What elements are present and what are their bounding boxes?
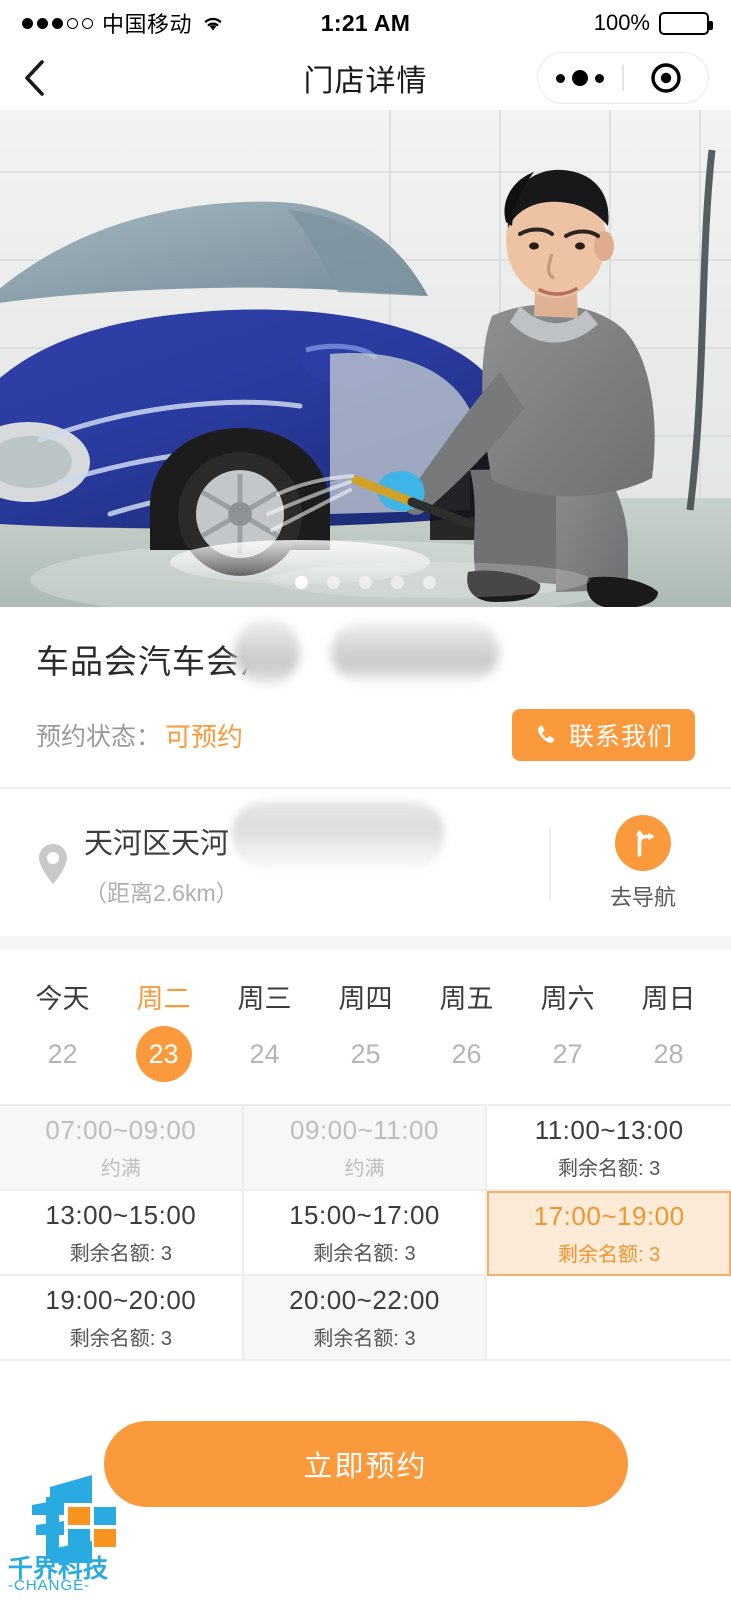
date-option-3[interactable]: 周四 25	[315, 977, 416, 1082]
target-circle-icon[interactable]	[624, 62, 708, 94]
more-dots-icon[interactable]	[538, 70, 622, 86]
slot-time: 19:00~20:00	[45, 1285, 196, 1316]
time-slot-1[interactable]: 09:00~11:00 约满	[244, 1106, 488, 1191]
slot-status: 约满	[344, 1152, 384, 1181]
slot-time: 07:00~09:00	[45, 1115, 196, 1146]
date-option-6[interactable]: 周日 28	[618, 977, 719, 1082]
address-line-text: 天河区天河	[84, 828, 229, 860]
slot-time: 13:00~15:00	[45, 1200, 196, 1231]
status-bar: 中国移动 1:21 AM 100%	[0, 0, 731, 46]
store-status-row: 预约状态： 可预约 联系我们	[36, 709, 695, 761]
time-slot-3[interactable]: 13:00~15:00 剩余名额: 3	[0, 1191, 244, 1276]
date-selector[interactable]: 今天 22 周二 23 周三 24 周四 25 周五 26 周六 27 周日 2…	[0, 949, 731, 1104]
contact-us-label: 联系我们	[569, 717, 673, 753]
contact-us-button[interactable]: 联系我们	[512, 709, 695, 761]
store-photo-carousel[interactable]	[0, 110, 731, 607]
slot-time: 15:00~17:00	[289, 1200, 440, 1231]
slot-time: 17:00~19:00	[534, 1201, 685, 1232]
app-root: 中国移动 1:21 AM 100% 门店详情	[0, 0, 731, 1600]
redaction-block	[331, 623, 499, 681]
date-weekday: 今天	[36, 977, 90, 1016]
vertical-divider	[549, 828, 551, 900]
date-option-5[interactable]: 周六 27	[517, 977, 618, 1082]
time-slot-5-selected[interactable]: 17:00~19:00 剩余名额: 3	[487, 1191, 731, 1276]
date-weekday: 周四	[339, 977, 393, 1016]
date-day: 26	[439, 1026, 495, 1082]
slot-status: 剩余名额: 3	[313, 1322, 415, 1351]
carousel-dots[interactable]	[0, 576, 731, 589]
date-day: 28	[641, 1026, 697, 1082]
time-slot-2[interactable]: 11:00~13:00 剩余名额: 3	[487, 1106, 731, 1191]
distance-label: （距离2.6km）	[84, 874, 239, 908]
navigate-label: 去导航	[610, 880, 676, 912]
slot-status: 剩余名额: 3	[70, 1237, 172, 1266]
time-slot-grid[interactable]: 07:00~09:00 约满 09:00~11:00 约满 11:00~13:0…	[0, 1104, 731, 1361]
slot-status: 约满	[101, 1152, 141, 1181]
date-day: 22	[35, 1026, 91, 1082]
date-day: 25	[338, 1026, 394, 1082]
slot-time: 11:00~13:00	[535, 1115, 684, 1146]
address-text-block: 天河区天河 （距离2.6km）	[84, 820, 239, 908]
phone-icon	[534, 723, 558, 747]
carousel-dot[interactable]	[391, 576, 404, 589]
slot-status: 剩余名额: 3	[313, 1237, 415, 1266]
time-slot-placeholder	[487, 1276, 731, 1361]
time-slot-7[interactable]: 20:00~22:00 剩余名额: 3	[244, 1276, 488, 1361]
carousel-dot[interactable]	[295, 576, 308, 589]
book-now-button[interactable]: 立即预约	[104, 1421, 628, 1507]
slot-status: 剩余名额: 3	[558, 1238, 660, 1267]
date-day: 27	[540, 1026, 596, 1082]
carousel-dot[interactable]	[327, 576, 340, 589]
miniprogram-capsule	[537, 52, 709, 104]
date-option-0[interactable]: 今天 22	[12, 977, 113, 1082]
date-option-2[interactable]: 周三 24	[214, 977, 315, 1082]
store-info-section: 车品会汽车会汽 预约状态： 可预约 联系我们	[0, 607, 731, 787]
date-day: 23	[136, 1026, 192, 1082]
date-day: 24	[237, 1026, 293, 1082]
date-weekday: 周六	[541, 977, 595, 1016]
date-weekday: 周三	[238, 977, 292, 1016]
address-section[interactable]: 天河区天河 （距离2.6km） 去导航	[0, 789, 731, 936]
navigate-button[interactable]: 去导航	[591, 815, 695, 912]
navigation-fork-icon	[615, 815, 671, 871]
status-bar-clock: 1:21 AM	[0, 10, 731, 37]
nav-bar: 门店详情	[0, 46, 731, 110]
address-line: 天河区天河	[84, 820, 229, 862]
watermark-en: -CHANGE-	[8, 1577, 90, 1591]
carousel-dot[interactable]	[359, 576, 372, 589]
time-slot-6[interactable]: 19:00~20:00 剩余名额: 3	[0, 1276, 244, 1361]
section-gap	[0, 936, 731, 949]
navigate-block: 去导航	[549, 815, 695, 912]
battery-icon	[659, 12, 709, 35]
store-name-text: 车品会汽车	[36, 643, 206, 680]
slot-status: 剩余名额: 3	[70, 1322, 172, 1351]
booking-status-label: 预约状态：	[36, 717, 161, 753]
slot-time: 20:00~22:00	[289, 1285, 440, 1316]
date-weekday: 周五	[440, 977, 494, 1016]
date-option-4[interactable]: 周五 26	[416, 977, 517, 1082]
slot-status: 剩余名额: 3	[558, 1152, 660, 1181]
time-slot-4[interactable]: 15:00~17:00 剩余名额: 3	[244, 1191, 488, 1276]
redaction-block	[232, 802, 444, 868]
car-wash-photo	[0, 110, 731, 607]
date-weekday: 周二	[137, 977, 191, 1016]
date-option-1[interactable]: 周二 23	[113, 977, 214, 1082]
watermark-logo: 千界科技 -CHANGE-	[6, 1469, 146, 1596]
location-pin-icon	[30, 842, 76, 886]
date-weekday: 周日	[642, 977, 696, 1016]
slot-time: 09:00~11:00	[290, 1115, 439, 1146]
carousel-dot[interactable]	[423, 576, 436, 589]
store-name: 车品会汽车会汽	[36, 635, 274, 683]
redaction-block	[234, 619, 300, 685]
booking-status-value: 可预约	[165, 717, 243, 754]
time-slot-0[interactable]: 07:00~09:00 约满	[0, 1106, 244, 1191]
